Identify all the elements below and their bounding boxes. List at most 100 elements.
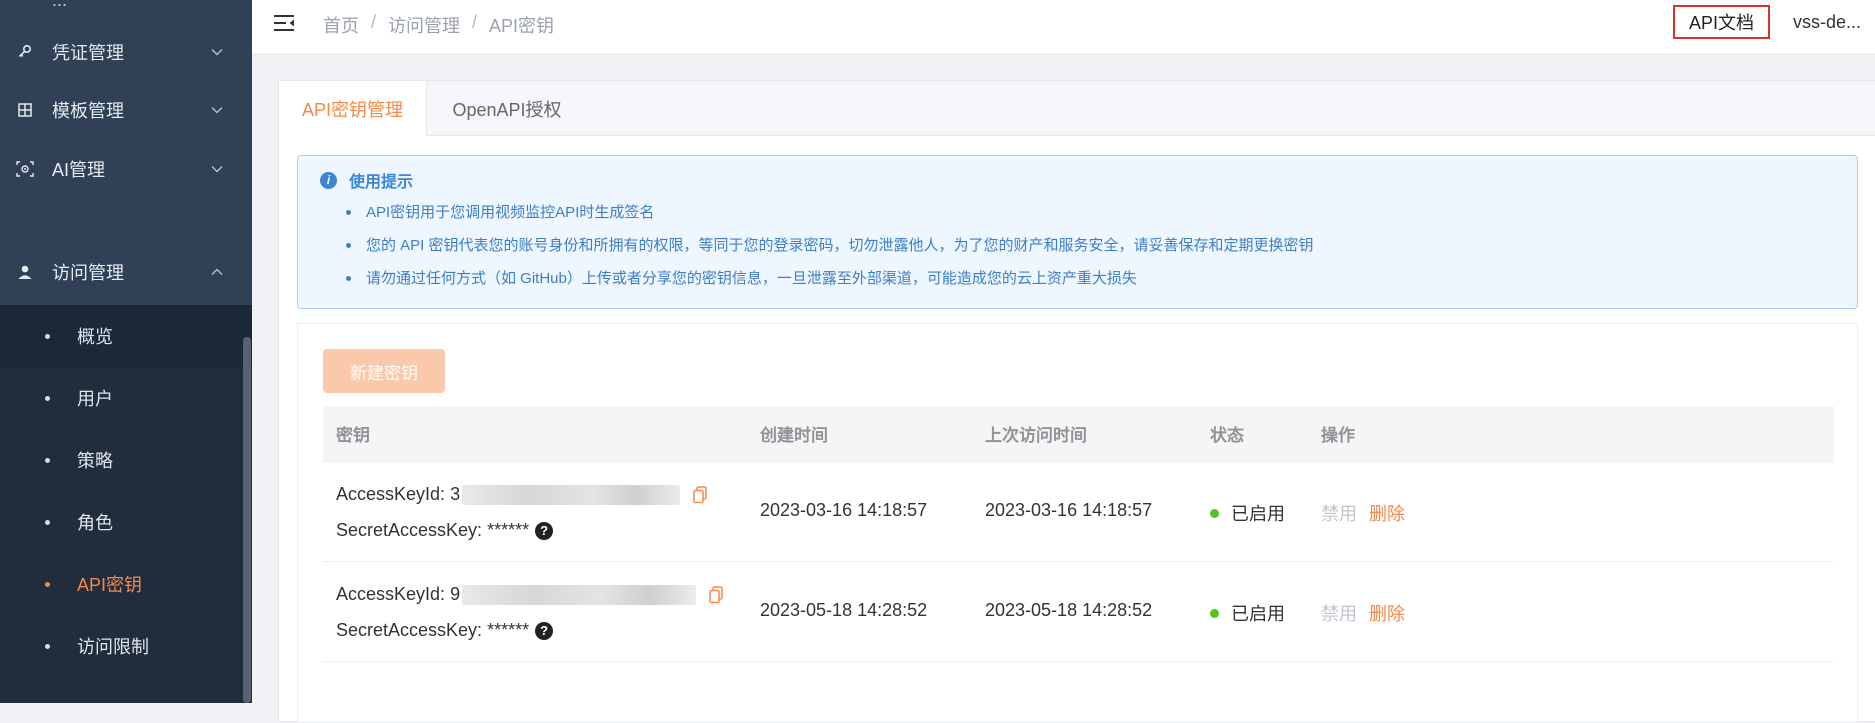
sidebar-item-credentials[interactable]: 凭证管理: [0, 24, 252, 80]
sidebar-item-access-management[interactable]: 访问管理: [0, 244, 252, 300]
status-dot: [1210, 508, 1219, 518]
status-badge: 已启用: [1210, 600, 1285, 626]
secret-key-value: ******: [487, 520, 530, 540]
access-key-id: AccessKeyId: 3: [336, 484, 708, 505]
chevron-down-icon: [211, 107, 223, 114]
column-header-actions: 操作: [1321, 426, 1355, 445]
created-time: 2023-05-18 14:28:52: [760, 600, 928, 620]
disable-button[interactable]: 禁用: [1321, 504, 1357, 524]
access-submenu: 概览 用户 策略 角色 API密钥 访问限制: [0, 305, 252, 703]
secret-key-label: SecretAccessKey:: [336, 520, 483, 540]
chevron-down-icon: [211, 49, 223, 56]
bullet-dot: [45, 333, 50, 339]
sidebar-item-label: 模板管理: [52, 101, 124, 121]
status-badge: 已启用: [1210, 500, 1285, 526]
column-header-status: 状态: [1210, 426, 1244, 445]
access-key-prefix: 9: [450, 584, 461, 604]
row-actions: 禁用 删除: [1321, 600, 1405, 626]
access-key-label: AccessKeyId:: [336, 484, 446, 504]
sidebar-item-label: 用户: [77, 389, 113, 409]
chevron-down-icon: [211, 166, 223, 173]
secret-key-value: ******: [487, 620, 530, 640]
status-text: 已启用: [1231, 504, 1285, 524]
sidebar-item-label: 访问管理: [52, 263, 124, 283]
sidebar-top-fragment: ...: [52, 0, 68, 10]
sidebar-item-label: 角色: [77, 513, 113, 533]
chevron-up-icon: [211, 268, 223, 275]
sidebar-item-overview[interactable]: 概览: [0, 305, 252, 367]
api-doc-link[interactable]: API文档: [1673, 5, 1770, 39]
bullet-dot: [45, 457, 50, 463]
disable-button[interactable]: 禁用: [1321, 604, 1357, 624]
tip-title: i 使用提示: [320, 168, 413, 192]
tab-api-key-management[interactable]: API密钥管理: [279, 81, 427, 136]
api-key-table: 密钥 创建时间 上次访问时间 状态 操作 AccessKeyId: 3 Secr…: [323, 406, 1834, 662]
question-icon[interactable]: ?: [535, 521, 554, 540]
column-header-key: 密钥: [336, 426, 370, 445]
grid-icon: [14, 99, 36, 121]
sidebar-item-label: 概览: [77, 327, 113, 347]
new-key-button[interactable]: 新建密钥: [323, 349, 445, 393]
table-row: AccessKeyId: 9 SecretAccessKey: ****** ?…: [323, 562, 1834, 662]
menu-fold-icon[interactable]: [273, 14, 295, 32]
sidebar-item-access-limits[interactable]: 访问限制: [0, 615, 252, 677]
bullet-dot: [45, 643, 50, 649]
access-key-id: AccessKeyId: 9: [336, 584, 724, 605]
tab-openapi-authorization[interactable]: OpenAPI授权: [427, 81, 587, 136]
tip-item: 您的 API 密钥代表您的账号身份和所拥有的权限，等同于您的登录密码，切勿泄露他…: [346, 229, 1314, 262]
sidebar-item-label: AI管理: [52, 160, 106, 180]
status-dot: [1210, 608, 1219, 618]
tip-title-text: 使用提示: [349, 174, 414, 191]
key-icon: [14, 41, 36, 63]
sidebar-scrollbar[interactable]: [243, 337, 251, 703]
last-access-time: 2023-03-16 14:18:57: [985, 500, 1153, 520]
user-dropdown[interactable]: vss-de...: [1793, 12, 1861, 33]
top-header: 首页 / 访问管理 / API密钥 API文档 vss-de...: [252, 0, 1875, 55]
column-header-created: 创建时间: [760, 426, 828, 445]
api-key-card: 新建密钥 密钥 创建时间 上次访问时间 状态 操作 AccessKeyId: 3…: [297, 323, 1858, 723]
breadcrumb-current: API密钥: [489, 16, 555, 36]
bullet-dot: [45, 581, 50, 587]
sidebar-item-label: 凭证管理: [52, 43, 124, 63]
sidebar-item-label: 策略: [77, 451, 113, 471]
tabs-bar: API密钥管理 OpenAPI授权: [279, 81, 1875, 136]
secret-access-key: SecretAccessKey: ****** ?: [336, 620, 554, 641]
info-icon: i: [320, 171, 337, 189]
sidebar: ... 凭证管理 模板管理 AI管理 访问管理 概览 用户 策略 角色 API密…: [0, 0, 252, 703]
delete-button[interactable]: 删除: [1369, 504, 1405, 524]
usage-tip-box: i 使用提示 API密钥用于您调用视频监控API时生成签名 您的 API 密钥代…: [297, 155, 1858, 309]
created-time: 2023-03-16 14:18:57: [760, 500, 928, 520]
sidebar-item-templates[interactable]: 模板管理: [0, 82, 252, 138]
delete-button[interactable]: 删除: [1369, 604, 1405, 624]
secret-key-label: SecretAccessKey:: [336, 620, 483, 640]
sidebar-item-ai[interactable]: AI管理: [0, 141, 252, 197]
last-access-time: 2023-05-18 14:28:52: [985, 600, 1153, 620]
breadcrumb-separator: /: [371, 12, 377, 32]
table-header: 密钥 创建时间 上次访问时间 状态 操作: [323, 406, 1834, 462]
breadcrumb-separator: /: [472, 12, 478, 32]
row-actions: 禁用 删除: [1321, 500, 1405, 526]
tip-item: 请勿通过任何方式（如 GitHub）上传或者分享您的密钥信息，一旦泄露至外部渠道…: [346, 262, 1314, 295]
sidebar-item-users[interactable]: 用户: [0, 367, 252, 429]
sidebar-item-policies[interactable]: 策略: [0, 429, 252, 491]
ai-scan-icon: [14, 158, 36, 180]
question-icon[interactable]: ?: [535, 621, 554, 640]
sidebar-item-label: 访问限制: [77, 637, 149, 657]
copy-icon[interactable]: [708, 585, 724, 604]
sidebar-item-label: API密钥: [77, 575, 143, 595]
sidebar-item-roles[interactable]: 角色: [0, 491, 252, 553]
access-key-prefix: 3: [450, 484, 461, 504]
bullet-dot: [45, 395, 50, 401]
bullet-dot: [45, 519, 50, 525]
masked-key-value: [462, 484, 681, 505]
breadcrumb: 首页 / 访问管理 / API密钥: [323, 12, 554, 38]
masked-key-value: [462, 584, 697, 605]
user-icon: [14, 261, 36, 283]
breadcrumb-access-management[interactable]: 访问管理: [388, 12, 460, 38]
access-key-label: AccessKeyId:: [336, 584, 446, 604]
copy-icon[interactable]: [692, 485, 708, 504]
breadcrumb-home[interactable]: 首页: [323, 12, 359, 38]
sidebar-item-api-keys[interactable]: API密钥: [0, 553, 252, 615]
table-row: AccessKeyId: 3 SecretAccessKey: ****** ?…: [323, 462, 1834, 562]
column-header-last-access: 上次访问时间: [985, 426, 1087, 445]
